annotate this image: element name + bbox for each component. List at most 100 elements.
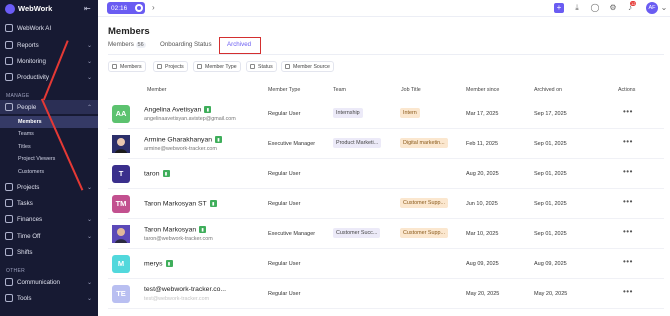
- user-role-icon: ▮: [162, 170, 170, 177]
- sidebar-item-tasks[interactable]: Tasks: [0, 196, 98, 210]
- sidebar-item-reports[interactable]: Reports ⌄: [0, 38, 98, 52]
- table-row[interactable]: Taron Markosyan ▮ taron@webwork-tracker.c…: [108, 219, 664, 249]
- member-name-text: taron: [144, 170, 160, 178]
- sidebar-item-tools[interactable]: Tools ⌄: [0, 291, 98, 305]
- team-badge: Internship: [333, 108, 363, 118]
- sidebar-item-webwork-ai[interactable]: WebWork AI: [0, 21, 98, 35]
- page-title: Members: [108, 26, 150, 37]
- sidebar-subitem-teams[interactable]: Teams: [0, 128, 98, 140]
- chevron-down-icon[interactable]: ⌄: [659, 3, 669, 13]
- sidebar-item-label: Tools: [17, 294, 32, 302]
- member-since: Jun 10, 2025: [466, 201, 498, 207]
- job-title-badge: Customer Supp...: [400, 228, 448, 238]
- clock-icon: [5, 248, 13, 256]
- sidebar-item-communication[interactable]: Communication ⌄: [0, 275, 98, 289]
- member-since: May 20, 2025: [466, 291, 500, 297]
- filter-label: Member Source: [293, 63, 330, 70]
- sidebar-item-label: Time Off: [17, 232, 41, 240]
- job-title-badge: Intern: [400, 108, 420, 118]
- sidebar-subitem-project-viewers[interactable]: Project Viewers: [0, 153, 98, 165]
- table-row[interactable]: T taron ▮ Regular User Aug 20, 2025 Sep 0…: [108, 159, 664, 189]
- webwork-logo-icon: [5, 3, 15, 14]
- sidebar-subitem-titles[interactable]: Titles: [0, 141, 98, 153]
- sidebar-item-label: Tasks: [17, 199, 33, 207]
- chevron-up-icon: ⌃: [86, 104, 92, 111]
- more-actions-icon[interactable]: •••: [623, 257, 633, 266]
- more-actions-icon[interactable]: •••: [623, 137, 633, 146]
- member-type: Regular User: [268, 291, 301, 297]
- chevron-down-icon: ⌄: [86, 216, 92, 223]
- productivity-icon: [5, 73, 13, 81]
- table-row[interactable]: Armine Gharakhanyan ▮ armine@webwork-trac…: [108, 129, 664, 159]
- settings-icon[interactable]: ⚙: [608, 3, 618, 13]
- brand-name: WebWork: [18, 4, 53, 13]
- archived-on: Sep 01, 2025: [534, 201, 567, 207]
- timer-button[interactable]: 02:16: [107, 2, 145, 14]
- member-name: Armine Gharakhanyan ▮: [144, 136, 223, 143]
- more-actions-icon[interactable]: •••: [623, 197, 633, 206]
- filter-members[interactable]: Members: [108, 61, 146, 72]
- table-row[interactable]: TE test@webwork-tracker.co... test@webwo…: [108, 279, 664, 309]
- member-type-icon: [197, 64, 202, 69]
- archived-on: Sep 17, 2025: [534, 111, 567, 117]
- column-header-job-title[interactable]: Job Title: [401, 87, 421, 93]
- members-icon: [112, 64, 117, 69]
- sidebar-item-shifts[interactable]: Shifts: [0, 245, 98, 259]
- column-header-team[interactable]: Team: [333, 87, 346, 93]
- sidebar-item-projects[interactable]: Projects ⌄: [0, 180, 98, 194]
- archived-on: Sep 01, 2025: [534, 141, 567, 147]
- filter-projects[interactable]: Projects: [153, 61, 188, 72]
- column-header-archived-on[interactable]: Archived on: [534, 87, 562, 93]
- tab-onboarding-status[interactable]: Onboarding Status: [160, 41, 212, 48]
- member-since: Aug 20, 2025: [466, 171, 499, 177]
- user-role-icon: ▮: [209, 200, 217, 207]
- avatar: TM: [112, 195, 130, 213]
- tab-label: Members: [108, 41, 134, 48]
- member-name: Angelina Avetisyan ▮: [144, 106, 212, 113]
- more-actions-icon[interactable]: •••: [623, 167, 633, 176]
- tasks-icon: [5, 199, 13, 207]
- avatar: M: [112, 255, 130, 273]
- sidebar-item-label: Communication: [17, 278, 60, 286]
- table-row[interactable]: AA Angelina Avetisyan ▮ angelinaavetisyan…: [108, 99, 664, 129]
- annotation-highlight: [219, 37, 261, 54]
- column-header-member-type[interactable]: Member Type: [268, 87, 300, 93]
- chevron-down-icon: ⌄: [86, 42, 92, 49]
- filter-member-source[interactable]: Member Source: [281, 61, 334, 72]
- tab-members[interactable]: Members 56: [108, 41, 146, 48]
- filter-member-type[interactable]: Member Type: [193, 61, 241, 72]
- table-row[interactable]: M merys ▮ Regular User Aug 09, 2025 Aug 0…: [108, 249, 664, 279]
- more-actions-icon[interactable]: •••: [623, 287, 633, 296]
- topbar: 02:16 › + ⤓ ◯ ⚙ ♪ 12 AF ⌄: [98, 0, 670, 17]
- archived-on: Sep 01, 2025: [534, 171, 567, 177]
- avatar[interactable]: AF: [646, 2, 658, 14]
- add-icon[interactable]: +: [554, 3, 564, 13]
- sidebar-item-productivity[interactable]: Productivity ⌄: [0, 70, 98, 84]
- member-type: Executive Manager: [268, 141, 316, 147]
- member-type: Executive Manager: [268, 231, 316, 237]
- chat-icon[interactable]: ◯: [590, 3, 600, 13]
- collapse-sidebar-icon[interactable]: ⇤: [84, 4, 91, 13]
- avatar: TE: [112, 285, 130, 303]
- member-since: Mar 10, 2025: [466, 231, 499, 237]
- download-icon[interactable]: ⤓: [572, 3, 582, 13]
- column-header-member[interactable]: Member: [147, 87, 166, 93]
- chat-icon: [5, 278, 13, 286]
- member-source-icon: [285, 64, 290, 69]
- status-icon: [250, 64, 255, 69]
- sidebar: WebWork ⇤ WebWork AI Reports ⌄ Monitorin…: [0, 0, 98, 316]
- archived-on: Aug 09, 2025: [534, 261, 567, 267]
- table-row[interactable]: TM Taron Markosyan ST ▮ Regular User Cust…: [108, 189, 664, 219]
- sidebar-item-finances[interactable]: Finances ⌄: [0, 212, 98, 226]
- sidebar-subitem-customers[interactable]: Customers: [0, 166, 98, 178]
- sidebar-item-monitoring[interactable]: Monitoring ⌄: [0, 54, 98, 68]
- more-actions-icon[interactable]: •••: [623, 107, 633, 116]
- calendar-icon: [5, 232, 13, 240]
- chevron-right-icon[interactable]: ›: [152, 3, 155, 12]
- filter-status[interactable]: Status: [246, 61, 277, 72]
- column-header-member-since[interactable]: Member since: [466, 87, 499, 93]
- chevron-down-icon: ⌄: [86, 295, 92, 302]
- section-label-other: OTHER: [6, 268, 25, 274]
- sidebar-item-time-off[interactable]: Time Off ⌄: [0, 229, 98, 243]
- more-actions-icon[interactable]: •••: [623, 227, 633, 236]
